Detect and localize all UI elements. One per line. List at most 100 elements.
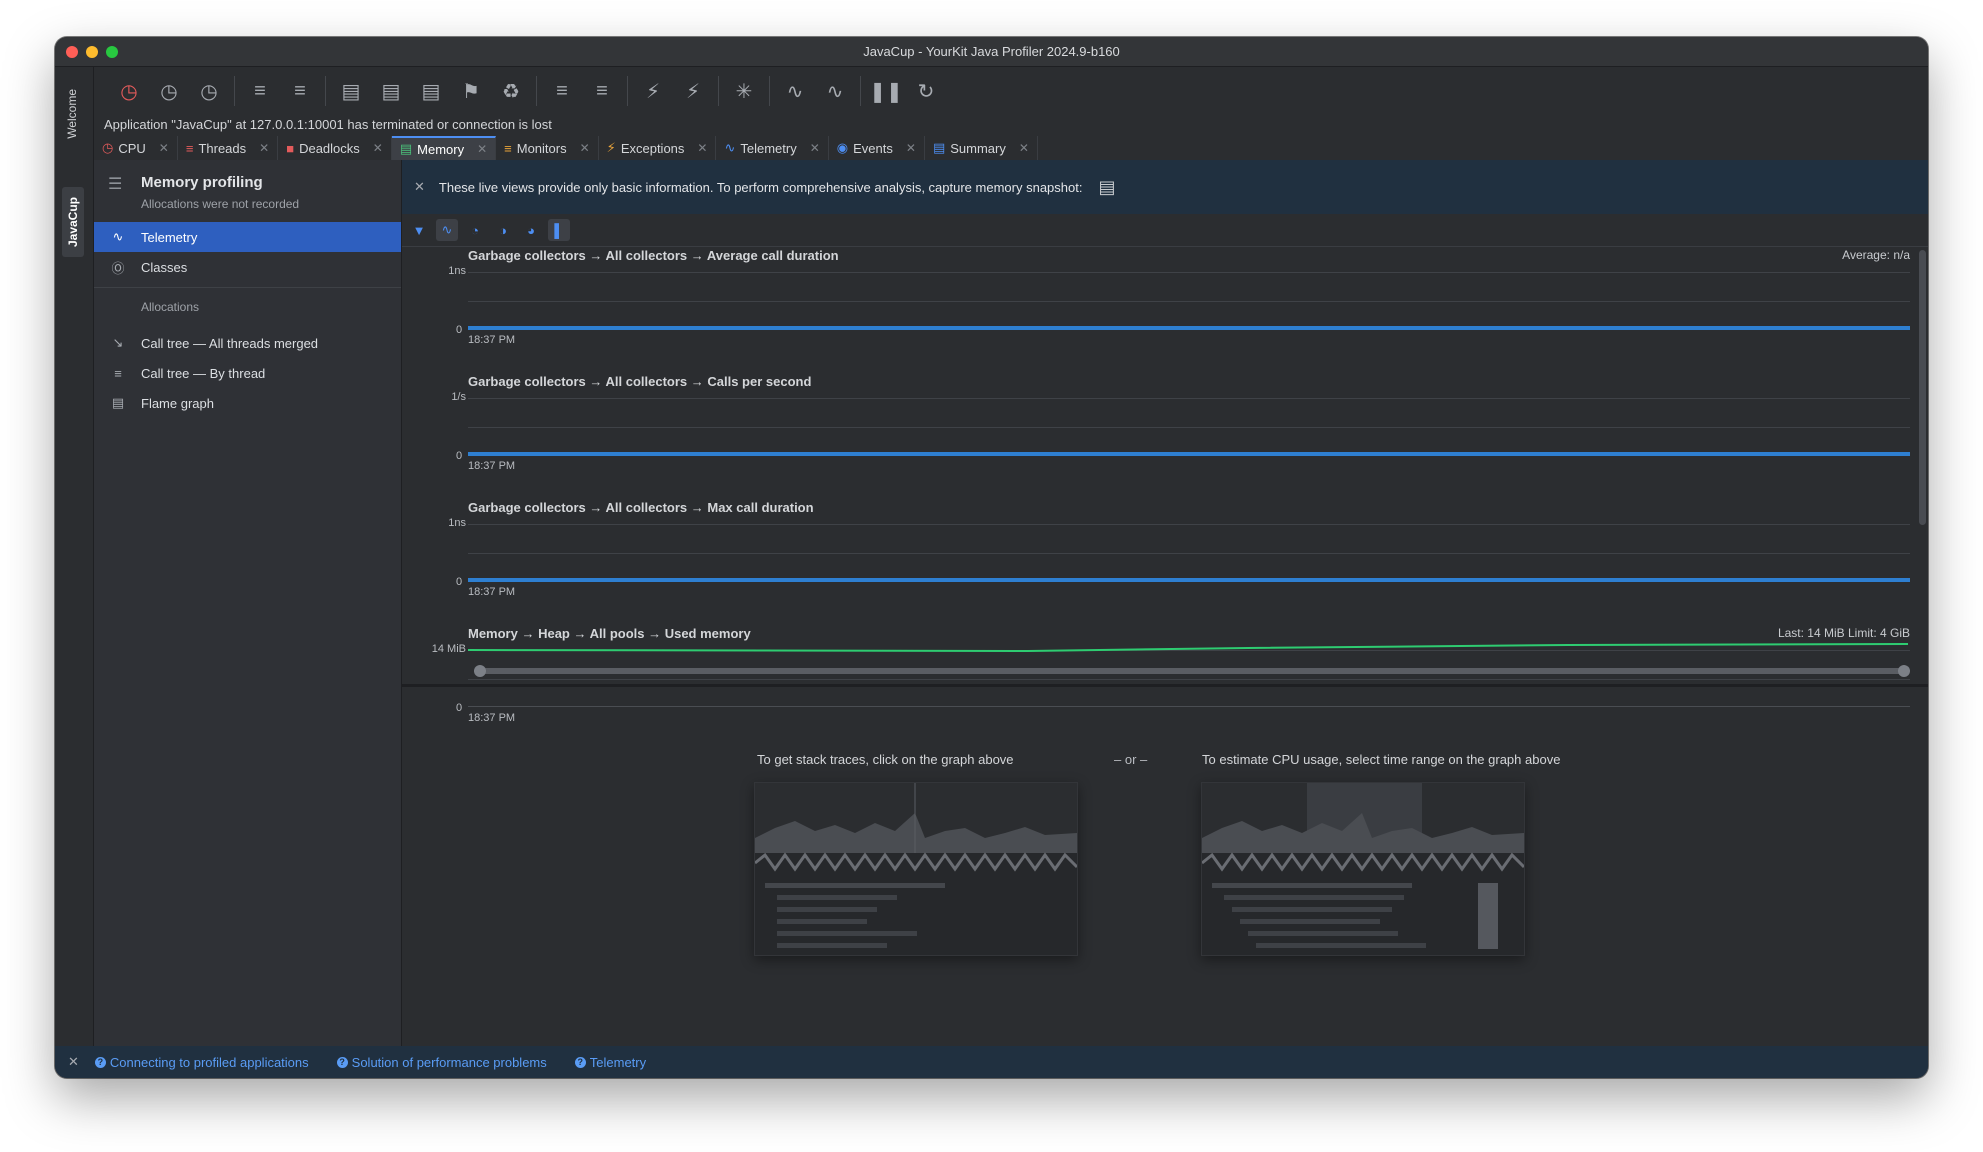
gc-icon[interactable]: ♻ — [496, 76, 526, 106]
nav-item-call-tree-by-thread[interactable]: ≡ Call tree — By thread — [94, 358, 401, 388]
grid-line — [468, 398, 1910, 399]
split-divider[interactable] — [402, 684, 1928, 687]
close-tab-icon[interactable]: ✕ — [697, 141, 707, 155]
telemetry-clear-icon[interactable]: ∿ — [820, 76, 850, 106]
title-bar: JavaCup - YourKit Java Profiler 2024.9-b… — [55, 37, 1928, 67]
tab-summary[interactable]: ▤ Summary ✕ — [925, 136, 1038, 160]
tab-events[interactable]: ◉ Events ✕ — [829, 136, 925, 160]
graph-time-label: 18:37 PM — [468, 334, 516, 346]
pie-chart-full-icon[interactable]: ◕ — [520, 219, 542, 241]
graph-avg-call-duration[interactable]: Garbage collectors → All collectors → Av… — [402, 246, 1928, 372]
triggers-icon[interactable]: ✳ — [729, 76, 759, 106]
flag-icon[interactable]: ⚑ — [456, 76, 486, 106]
cpu-sampling-icon[interactable]: ◷ — [114, 76, 144, 106]
nav-item-telemetry[interactable]: ∿ Telemetry — [94, 222, 401, 252]
help-link-telemetry[interactable]: ? Telemetry — [574, 1054, 647, 1070]
thread-snapshot-icon[interactable]: ≡ — [245, 76, 275, 106]
nav-item-classes[interactable]: Ⓞ Classes — [94, 252, 401, 282]
help-link-connecting[interactable]: ? Connecting to profiled applications — [94, 1055, 309, 1070]
graph-time-label: 18:37 PM — [468, 712, 516, 724]
grid-line — [468, 272, 1910, 273]
tab-exceptions[interactable]: ⚡ Exceptions ✕ — [599, 136, 717, 160]
pie-chart-quarter-icon[interactable]: ◔ — [464, 219, 486, 241]
help-link-label: Telemetry — [589, 1054, 647, 1070]
close-tab-icon[interactable]: ✕ — [259, 141, 269, 155]
graph-calls-per-second[interactable]: Garbage collectors → All collectors → Ca… — [402, 372, 1928, 498]
grid-line — [468, 679, 1910, 680]
tab-monitors[interactable]: ≡ Monitors ✕ — [496, 136, 599, 160]
tab-memory[interactable]: ▤ Memory ✕ — [391, 136, 497, 160]
memory-snapshot-icon[interactable]: ▤ — [336, 76, 366, 106]
cpu-call-counting-icon[interactable]: ◷ — [194, 76, 224, 106]
nav-item-flame-graph[interactable]: ▤ Flame graph — [94, 388, 401, 418]
connection-status: Application "JavaCup" at 127.0.0.1:10001… — [104, 117, 552, 132]
graph-max-call-duration[interactable]: Garbage collectors → All collectors → Ma… — [402, 498, 1928, 624]
close-tab-icon[interactable]: ✕ — [580, 141, 590, 155]
exception-profiling-icon[interactable]: ⚡ — [638, 76, 668, 106]
maximize-window-button[interactable] — [106, 46, 118, 58]
telemetry-mode-icon[interactable]: ∿ — [436, 219, 458, 241]
navigation-panel: ☰ Memory profiling Allocations were not … — [94, 160, 402, 1046]
nav-item-call-tree-merged[interactable]: ↘ Call tree — All threads merged — [94, 328, 401, 358]
monitor-profiling-icon[interactable]: ≡ — [547, 76, 577, 106]
or-separator: – or – — [1114, 752, 1148, 767]
minimize-window-button[interactable] — [86, 46, 98, 58]
allocations-section-label: Allocations — [141, 300, 200, 314]
graph-y-zero: 0 — [456, 576, 463, 588]
close-tab-icon[interactable]: ✕ — [159, 141, 169, 155]
window-controls — [66, 46, 118, 58]
monitor-clear-icon[interactable]: ≡ — [587, 76, 617, 106]
graphs-scrollbar[interactable] — [1919, 250, 1926, 525]
tab-label: Exceptions — [620, 140, 685, 156]
close-tab-icon[interactable]: ✕ — [1019, 141, 1029, 155]
tab-cpu[interactable]: ◷ CPU ✕ — [94, 136, 178, 160]
telemetry-icon: ∿ — [112, 229, 124, 244]
help-link-performance[interactable]: ? Solution of performance problems — [336, 1055, 547, 1070]
filter-icon[interactable]: ▼ — [408, 219, 430, 241]
memory-clear-icon[interactable]: ▤ — [416, 76, 446, 106]
close-banner-icon[interactable]: ✕ — [414, 179, 425, 195]
range-start-handle[interactable] — [474, 665, 486, 677]
graph-used-memory[interactable]: Memory → Heap → All pools → Used memory … — [402, 624, 1928, 750]
capture-snapshot-icon[interactable]: ▤ — [1098, 177, 1115, 198]
toolbar-group-exceptions: ⚡ ⚡ — [628, 76, 719, 106]
javacup-side-tab[interactable]: JavaCup — [62, 187, 84, 258]
toolbar-group-memory: ▤ ▤ ▤ ⚑ ♻ — [326, 76, 537, 106]
tab-threads[interactable]: ≡ Threads ✕ — [178, 136, 279, 160]
help-icon: ? — [94, 1056, 106, 1068]
hamburger-menu-icon[interactable]: ☰ — [108, 174, 122, 194]
close-tab-icon[interactable]: ✕ — [810, 141, 820, 155]
time-range-slider[interactable] — [474, 665, 1910, 677]
close-tab-icon[interactable]: ✕ — [906, 141, 916, 155]
tab-label: Deadlocks — [299, 140, 360, 156]
tab-label: Monitors — [516, 140, 567, 156]
graph-time-label: 18:37 PM — [468, 460, 516, 472]
pause-icon[interactable]: ❚❚ — [869, 76, 903, 106]
memory-series-line — [468, 643, 1908, 653]
exception-clear-icon[interactable]: ⚡ — [678, 76, 708, 106]
call-tree-icon: ↘ — [112, 335, 124, 350]
range-end-handle[interactable] — [1898, 665, 1910, 677]
columns-icon[interactable]: ▌ — [548, 219, 570, 241]
panel-header: ☰ Memory profiling Allocations were not … — [94, 160, 401, 220]
grid-line — [468, 524, 1910, 525]
tool-window-strip: Welcome JavaCup — [55, 67, 94, 1046]
tab-telemetry[interactable]: ∿ Telemetry ✕ — [716, 136, 829, 160]
close-tab-icon[interactable]: ✕ — [373, 141, 383, 155]
cpu-tracing-icon[interactable]: ◷ — [154, 76, 184, 106]
telemetry-start-icon[interactable]: ∿ — [780, 76, 810, 106]
welcome-side-tab[interactable]: Welcome — [62, 83, 82, 145]
help-icon: ? — [574, 1056, 586, 1068]
close-window-button[interactable] — [66, 46, 78, 58]
toolbar-group-control: ❚❚ ↻ — [861, 76, 951, 106]
close-help-bar-icon[interactable]: ✕ — [68, 1054, 79, 1070]
thread-clear-icon[interactable]: ≡ — [285, 76, 315, 106]
close-tab-icon[interactable]: ✕ — [477, 142, 487, 156]
cpu-icon: ◷ — [102, 140, 114, 155]
refresh-icon[interactable]: ↻ — [911, 76, 941, 106]
panel-title: Memory profiling — [141, 174, 263, 191]
tab-deadlocks[interactable]: ■ Deadlocks ✕ — [278, 136, 392, 160]
pie-chart-half-icon[interactable]: ◑ — [492, 219, 514, 241]
memory-allocation-icon[interactable]: ▤ — [376, 76, 406, 106]
grid-line — [468, 427, 1910, 428]
